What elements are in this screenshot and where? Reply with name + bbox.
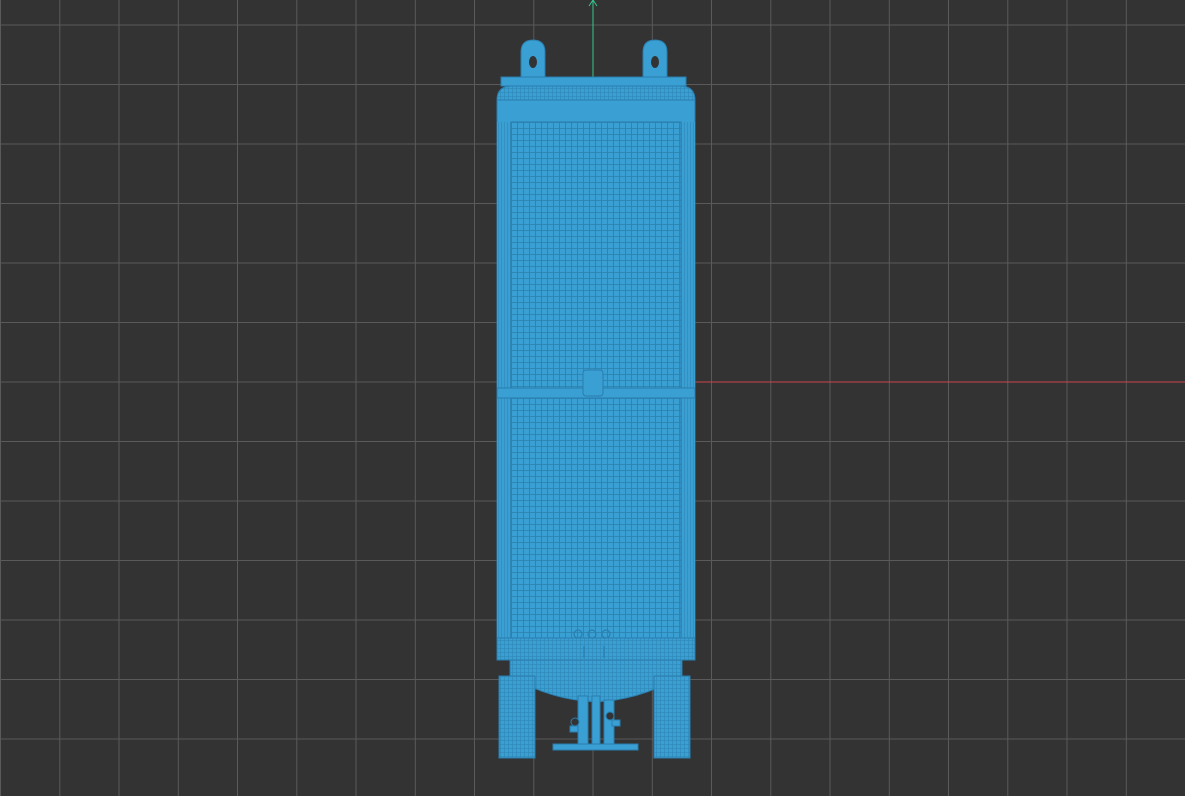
lifting-lug-right[interactable] [642,39,668,79]
lower-shell-panel[interactable] [510,397,682,639]
3d-viewport[interactable] [0,0,1185,796]
support-leg-right[interactable] [653,675,691,759]
viewport-canvas[interactable] [0,0,1185,796]
base-plate[interactable] [552,743,639,751]
upper-shell-panel[interactable] [510,121,682,391]
shell-side-left [497,122,511,642]
support-leg-left[interactable] [498,675,536,759]
top-flange[interactable] [500,76,687,87]
bottom-band[interactable] [496,637,696,661]
shell-side-right [681,122,695,642]
tank-model[interactable] [496,39,696,759]
bottom-piping[interactable] [569,695,621,749]
seam-fitting[interactable] [582,369,604,397]
lifting-lug-left[interactable] [520,39,546,79]
